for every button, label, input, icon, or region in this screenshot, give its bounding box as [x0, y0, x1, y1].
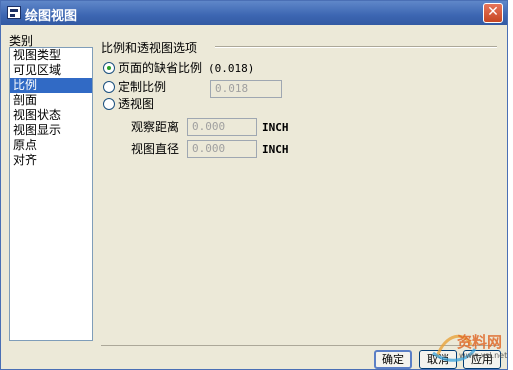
dialog-title: 绘图视图 — [25, 9, 78, 24]
category-item-origin[interactable]: 原点 — [10, 138, 92, 153]
page-default-scale-label: 页面的缺省比例 — [118, 61, 203, 75]
perspective-label: 透视图 — [118, 97, 155, 111]
title-bar[interactable]: 绘图视图 ✕ — [1, 1, 507, 25]
perspective-option[interactable]: 透视图 — [103, 96, 154, 112]
drawing-view-dialog: 绘图视图 ✕ 类别 视图类型 可见区域 比例 剖面 视图状态 视图显示 原点 对… — [0, 0, 508, 370]
group-divider — [215, 46, 497, 48]
category-item-view-display[interactable]: 视图显示 — [10, 123, 92, 138]
custom-scale-input[interactable]: 0.018 — [210, 80, 282, 98]
dialog-icon — [7, 6, 21, 19]
view-diameter-label: 视图直径 — [131, 142, 180, 156]
view-distance-label: 观察距离 — [131, 120, 180, 134]
category-item-view-states[interactable]: 视图状态 — [10, 108, 92, 123]
page-default-scale-option[interactable]: 页面的缺省比例 (0.018) — [103, 60, 254, 76]
view-distance-unit: INCH — [262, 121, 289, 134]
radio-unchecked-icon[interactable] — [103, 81, 115, 93]
category-list[interactable]: 视图类型 可见区域 比例 剖面 视图状态 视图显示 原点 对齐 — [9, 47, 93, 341]
category-item-scale[interactable]: 比例 — [10, 78, 92, 93]
category-item-alignment[interactable]: 对齐 — [10, 153, 92, 168]
page-default-scale-value: (0.018) — [208, 62, 255, 75]
watermark-url: www.xsl.net — [459, 351, 508, 360]
custom-scale-option[interactable]: 定制比例 — [103, 79, 166, 95]
radio-unchecked-icon[interactable] — [103, 98, 115, 110]
close-button[interactable]: ✕ — [483, 3, 503, 23]
scale-group-title: 比例和透视图选项 — [101, 41, 198, 55]
category-item-view-type[interactable]: 视图类型 — [10, 48, 92, 63]
view-diameter-unit: INCH — [262, 143, 289, 156]
category-item-section[interactable]: 剖面 — [10, 93, 92, 108]
category-item-visible-area[interactable]: 可见区域 — [10, 63, 92, 78]
watermark-text: 资料网 — [457, 333, 503, 351]
view-diameter-input[interactable]: 0.000 — [187, 140, 257, 158]
ok-button[interactable]: 确定 — [374, 350, 412, 369]
radio-checked-icon[interactable] — [103, 62, 115, 74]
custom-scale-label: 定制比例 — [118, 80, 167, 94]
view-distance-input[interactable]: 0.000 — [187, 118, 257, 136]
